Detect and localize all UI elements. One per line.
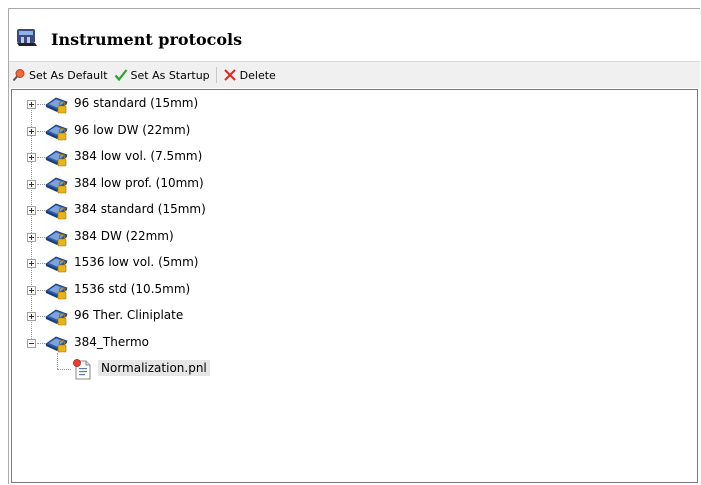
set-as-startup-label: Set As Startup <box>130 68 210 82</box>
tree-child-connector <box>57 369 71 371</box>
plate-lock-icon <box>43 332 69 354</box>
plate-lock-icon <box>43 146 69 168</box>
expand-toggle[interactable] <box>27 179 36 189</box>
tree-item-label[interactable]: 384 DW (22mm) <box>74 229 174 243</box>
delete-label: Delete <box>239 68 276 82</box>
tree-item-label[interactable]: 384_Thermo <box>74 335 149 349</box>
tree-item-label[interactable]: 1536 low vol. (5mm) <box>74 255 198 269</box>
set-as-default-label: Set As Default <box>29 68 108 82</box>
expand-toggle[interactable] <box>27 312 36 321</box>
page-title: Instrument protocols <box>51 30 243 49</box>
plate-lock-icon <box>43 305 69 327</box>
panel-header: Instrument protocols <box>9 9 700 61</box>
expand-toggle[interactable] <box>27 100 36 109</box>
tree-item-label[interactable]: 96 low DW (22mm) <box>74 123 190 137</box>
delete-button[interactable]: Delete <box>220 64 279 86</box>
tree-item-label[interactable]: 1536 std (10.5mm) <box>74 282 190 296</box>
magnifier-icon <box>12 69 25 82</box>
toolbar-separator <box>215 67 217 83</box>
tree-item-label[interactable]: 96 standard (15mm) <box>74 96 198 110</box>
delete-x-icon <box>223 69 236 81</box>
tree-child-connector-line <box>57 352 59 369</box>
expand-toggle[interactable] <box>27 126 36 136</box>
plate-lock-icon <box>43 279 69 301</box>
tree-item-label[interactable]: 384 low vol. (7.5mm) <box>74 149 202 163</box>
tree-item-label[interactable]: 384 low prof. (10mm) <box>74 176 204 190</box>
plate-lock-icon <box>43 173 69 195</box>
panel-file-icon <box>70 358 96 380</box>
expand-toggle[interactable] <box>27 232 36 242</box>
instrument-protocols-panel: Instrument protocols Set As Default Set … <box>8 8 700 484</box>
plate-lock-icon <box>43 120 69 142</box>
instrument-icon <box>17 29 37 46</box>
toolbar: Set As Default Set As Startup Delete <box>9 61 700 88</box>
tree-item-label[interactable]: 96 Ther. Cliniplate <box>74 308 183 322</box>
expand-toggle[interactable] <box>27 206 36 215</box>
set-as-default-button[interactable]: Set As Default <box>9 64 111 86</box>
plate-lock-icon <box>43 93 69 115</box>
plate-lock-icon <box>43 252 69 274</box>
tree-connector-line <box>31 104 33 343</box>
tree-child-label[interactable]: Normalization.pnl <box>98 360 210 376</box>
set-as-startup-button[interactable]: Set As Startup <box>111 64 213 86</box>
plate-lock-icon <box>43 226 69 248</box>
tree-item-label[interactable]: 384 standard (15mm) <box>74 202 206 216</box>
plate-lock-icon <box>43 199 69 221</box>
protocol-tree[interactable]: 96 standard (15mm) 96 low DW (22mm) 384 lo… <box>11 89 698 483</box>
expand-toggle[interactable] <box>27 153 36 162</box>
expand-toggle[interactable] <box>27 259 36 268</box>
expand-toggle[interactable] <box>27 285 36 295</box>
collapse-toggle[interactable] <box>27 338 36 348</box>
checkmark-icon <box>114 69 127 82</box>
